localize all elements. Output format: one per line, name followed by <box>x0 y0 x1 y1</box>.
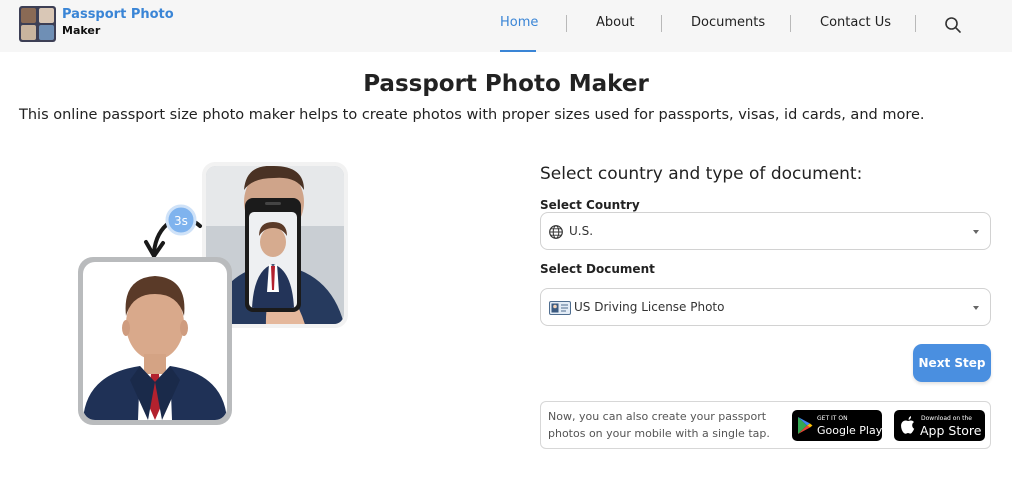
brand-subname[interactable]: Maker <box>62 24 100 37</box>
country-label: Select Country <box>540 198 640 212</box>
nav-divider <box>790 15 791 32</box>
google-play-icon <box>798 417 813 434</box>
passport-photo-image <box>78 257 232 425</box>
app-store-label: App Store <box>920 423 982 438</box>
nav-documents[interactable]: Documents <box>691 15 765 30</box>
google-play-badge[interactable]: GET IT ON Google Play <box>792 410 882 441</box>
nav-divider <box>661 15 662 32</box>
next-step-button[interactable]: Next Step <box>913 344 991 382</box>
page-title: Passport Photo Maker <box>363 71 649 97</box>
brand-name[interactable]: Passport Photo <box>62 7 174 22</box>
country-select[interactable]: U.S. <box>540 212 991 250</box>
nav-active-indicator <box>500 50 536 52</box>
chevron-down-icon <box>973 230 979 234</box>
search-icon[interactable] <box>943 15 963 35</box>
mobile-app-promo: Now, you can also create your passport p… <box>540 401 991 449</box>
globe-icon <box>548 223 566 241</box>
document-label: Select Document <box>540 262 655 276</box>
nav-home[interactable]: Home <box>500 15 538 30</box>
logo-icon[interactable] <box>19 6 56 42</box>
top-header: Passport Photo Maker Home About Document… <box>0 0 1012 52</box>
id-card-icon <box>549 300 571 316</box>
apple-icon <box>901 416 915 434</box>
app-store-small: Download on the <box>921 415 972 422</box>
nav-divider <box>915 15 916 32</box>
timer-badge: 3s <box>165 204 197 236</box>
country-value: U.S. <box>569 224 594 238</box>
passport-photo-illustration: 3s <box>60 160 360 440</box>
document-select[interactable]: US Driving License Photo <box>540 288 991 326</box>
chevron-down-icon <box>973 306 979 310</box>
nav-about[interactable]: About <box>596 15 634 30</box>
nav-contact-us[interactable]: Contact Us <box>820 15 891 30</box>
form-heading: Select country and type of document: <box>540 164 863 184</box>
google-play-label: Google Play <box>817 424 883 437</box>
promo-text: Now, you can also create your passport p… <box>548 410 770 440</box>
nav-divider <box>566 15 567 32</box>
page-description: This online passport size photo maker he… <box>19 107 925 123</box>
document-value: US Driving License Photo <box>574 300 725 314</box>
timer-label: 3s <box>174 214 188 228</box>
app-store-badge[interactable]: Download on the App Store <box>894 410 985 441</box>
google-play-small: GET IT ON <box>817 415 848 422</box>
